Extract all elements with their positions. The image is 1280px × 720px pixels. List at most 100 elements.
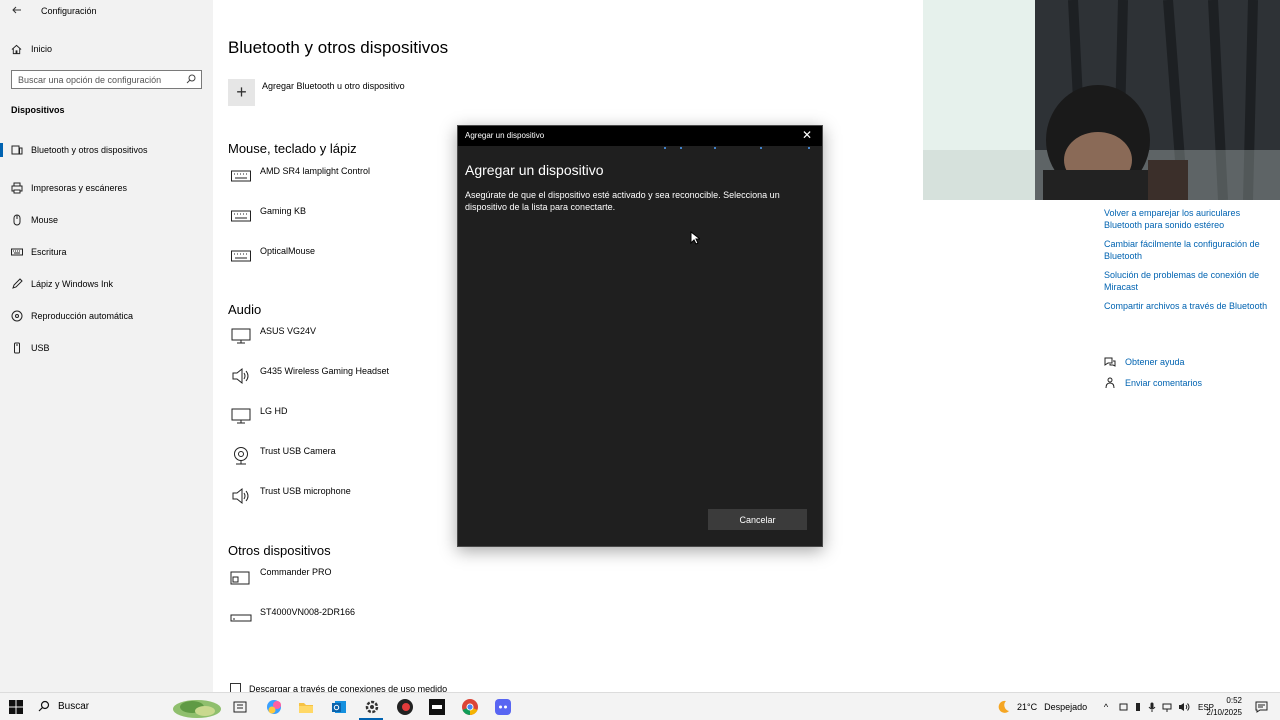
device-item[interactable]: ASUS VG24V bbox=[230, 326, 316, 346]
group-title-audio: Audio bbox=[228, 302, 262, 317]
dialog-heading: Agregar un dispositivo bbox=[465, 162, 604, 178]
system-tray: ^ ESP bbox=[1101, 693, 1214, 720]
sidebar-item-usb[interactable]: USB bbox=[0, 332, 213, 364]
settings-sidebar: Configuración Inicio Buscar una opción d… bbox=[0, 0, 213, 692]
weather-widget[interactable]: 21°C Despejado bbox=[995, 693, 1087, 720]
related-link[interactable]: Compartir archivos a través de Bluetooth bbox=[1104, 300, 1269, 312]
monitor-icon bbox=[230, 406, 252, 426]
clock-date: 2/10/2025 bbox=[1206, 708, 1242, 717]
plus-icon: + bbox=[228, 79, 255, 106]
volume-icon[interactable] bbox=[1178, 702, 1190, 712]
progress-dot bbox=[714, 147, 716, 149]
device-name: Trust USB microphone bbox=[260, 486, 351, 496]
sidebar-item-pen[interactable]: Lápiz y Windows Ink bbox=[0, 268, 213, 300]
keyboard-icon bbox=[230, 206, 252, 226]
speaker-icon bbox=[230, 486, 252, 506]
progress-dot bbox=[808, 147, 810, 149]
get-help-link[interactable]: Obtener ayuda bbox=[1104, 355, 1202, 369]
device-item[interactable]: Gaming KB bbox=[230, 206, 306, 226]
device-name: Trust USB Camera bbox=[260, 446, 336, 456]
weather-temp: 21°C bbox=[1017, 702, 1038, 712]
app-icon[interactable] bbox=[428, 698, 446, 716]
progress-dot bbox=[760, 147, 762, 149]
feedback-label: Enviar comentarios bbox=[1125, 378, 1203, 388]
microphone-icon[interactable] bbox=[1148, 702, 1156, 712]
sidebar-item-typing[interactable]: Escritura bbox=[0, 236, 213, 268]
search-placeholder: Buscar una opción de configuración bbox=[18, 74, 162, 85]
moon-icon bbox=[998, 700, 1009, 713]
feedback-link[interactable]: Enviar comentarios bbox=[1104, 376, 1202, 390]
add-device-button[interactable]: + Agregar Bluetooth u otro dispositivo bbox=[228, 79, 405, 106]
device-item[interactable]: AMD SR4 lamplight Control bbox=[230, 166, 370, 186]
device-item[interactable]: ST4000VN008-2DR166 bbox=[230, 607, 355, 627]
sidebar-item-label: Lápiz y Windows Ink bbox=[31, 279, 114, 289]
sidebar-item-label: Reproducción automática bbox=[31, 311, 134, 321]
device-icon bbox=[230, 567, 252, 587]
mouse-icon bbox=[11, 214, 23, 226]
settings-search-input[interactable]: Buscar una opción de configuración bbox=[11, 70, 202, 89]
page-title: Bluetooth y otros dispositivos bbox=[228, 38, 449, 57]
taskbar-search-label: Buscar bbox=[58, 700, 90, 712]
dialog-titlebar: Agregar un dispositivo ✕ bbox=[458, 126, 822, 146]
device-item[interactable]: Commander PRO bbox=[230, 567, 332, 587]
notifications-icon[interactable] bbox=[1255, 701, 1268, 713]
add-device-dialog: Agregar un dispositivo ✕ Agregar un disp… bbox=[457, 125, 823, 547]
bluetooth-devices-icon bbox=[11, 144, 23, 156]
copilot-icon[interactable] bbox=[265, 698, 283, 716]
device-item[interactable]: G435 Wireless Gaming Headset bbox=[230, 366, 389, 386]
device-item[interactable]: Trust USB microphone bbox=[230, 486, 351, 506]
device-name: OpticalMouse bbox=[260, 246, 316, 256]
close-icon[interactable]: ✕ bbox=[801, 129, 813, 141]
file-explorer-icon[interactable] bbox=[297, 698, 315, 716]
related-settings: Volver a emparejar los auriculares Bluet… bbox=[1104, 207, 1269, 319]
sidebar-item-printers[interactable]: Impresoras y escáneres bbox=[0, 172, 213, 204]
sidebar-item-label: Escritura bbox=[31, 247, 67, 257]
sidebar-item-bluetooth[interactable]: Bluetooth y otros dispositivos bbox=[0, 140, 213, 160]
feedback-icon bbox=[1105, 377, 1115, 389]
search-icon bbox=[186, 74, 196, 84]
settings-gear-icon[interactable] bbox=[363, 698, 381, 716]
speaker-icon bbox=[230, 366, 252, 386]
device-item[interactable]: Trust USB Camera bbox=[230, 446, 336, 466]
media-app-icon[interactable] bbox=[396, 698, 414, 716]
webcam-feed-image bbox=[923, 0, 1280, 200]
device-item[interactable]: OpticalMouse bbox=[230, 246, 315, 266]
related-link[interactable]: Solución de problemas de conexión de Mir… bbox=[1104, 269, 1269, 293]
device-name: Gaming KB bbox=[260, 206, 307, 216]
sidebar-nav: Bluetooth y otros dispositivos Impresora… bbox=[0, 140, 213, 364]
add-device-label: Agregar Bluetooth u otro dispositivo bbox=[262, 81, 405, 91]
network-adapter-icon[interactable] bbox=[1119, 702, 1128, 712]
device-name: AMD SR4 lamplight Control bbox=[260, 166, 371, 176]
device-item[interactable]: LG HD bbox=[230, 406, 288, 426]
taskbar-clock[interactable]: 0:52 2/10/2025 bbox=[1206, 695, 1242, 719]
taskbar-search[interactable]: Buscar bbox=[38, 700, 89, 712]
progress-dot bbox=[680, 147, 682, 149]
webcam-icon bbox=[230, 446, 252, 466]
ethernet-icon[interactable] bbox=[1162, 702, 1172, 712]
chrome-icon[interactable] bbox=[461, 698, 479, 716]
sidebar-home[interactable]: Inicio bbox=[11, 42, 52, 56]
sidebar-item-autoplay[interactable]: Reproducción automática bbox=[0, 300, 213, 332]
sidebar-section-title: Dispositivos bbox=[11, 105, 65, 115]
usb-drive-icon[interactable] bbox=[1134, 702, 1142, 712]
outlook-icon[interactable] bbox=[330, 698, 348, 716]
search-highlight-image bbox=[173, 700, 221, 718]
sidebar-item-mouse[interactable]: Mouse bbox=[0, 204, 213, 236]
webcam-overlay bbox=[923, 0, 1280, 200]
related-link[interactable]: Cambiar fácilmente la configuración de B… bbox=[1104, 238, 1269, 262]
monitor-icon bbox=[230, 326, 252, 346]
back-arrow-icon[interactable] bbox=[11, 4, 23, 18]
search-icon bbox=[38, 700, 50, 712]
discord-icon[interactable] bbox=[494, 698, 512, 716]
cancel-button[interactable]: Cancelar bbox=[708, 509, 807, 530]
drive-icon bbox=[230, 607, 252, 627]
get-help-label: Obtener ayuda bbox=[1125, 357, 1185, 367]
task-view-icon[interactable] bbox=[231, 698, 249, 716]
keyboard-icon bbox=[230, 166, 252, 186]
keyboard-icon bbox=[230, 246, 252, 266]
related-link[interactable]: Volver a emparejar los auriculares Bluet… bbox=[1104, 207, 1269, 231]
printer-icon bbox=[11, 182, 23, 194]
chevron-up-icon[interactable]: ^ bbox=[1101, 702, 1111, 712]
device-name: G435 Wireless Gaming Headset bbox=[260, 366, 390, 376]
windows-start-icon[interactable] bbox=[9, 700, 23, 714]
